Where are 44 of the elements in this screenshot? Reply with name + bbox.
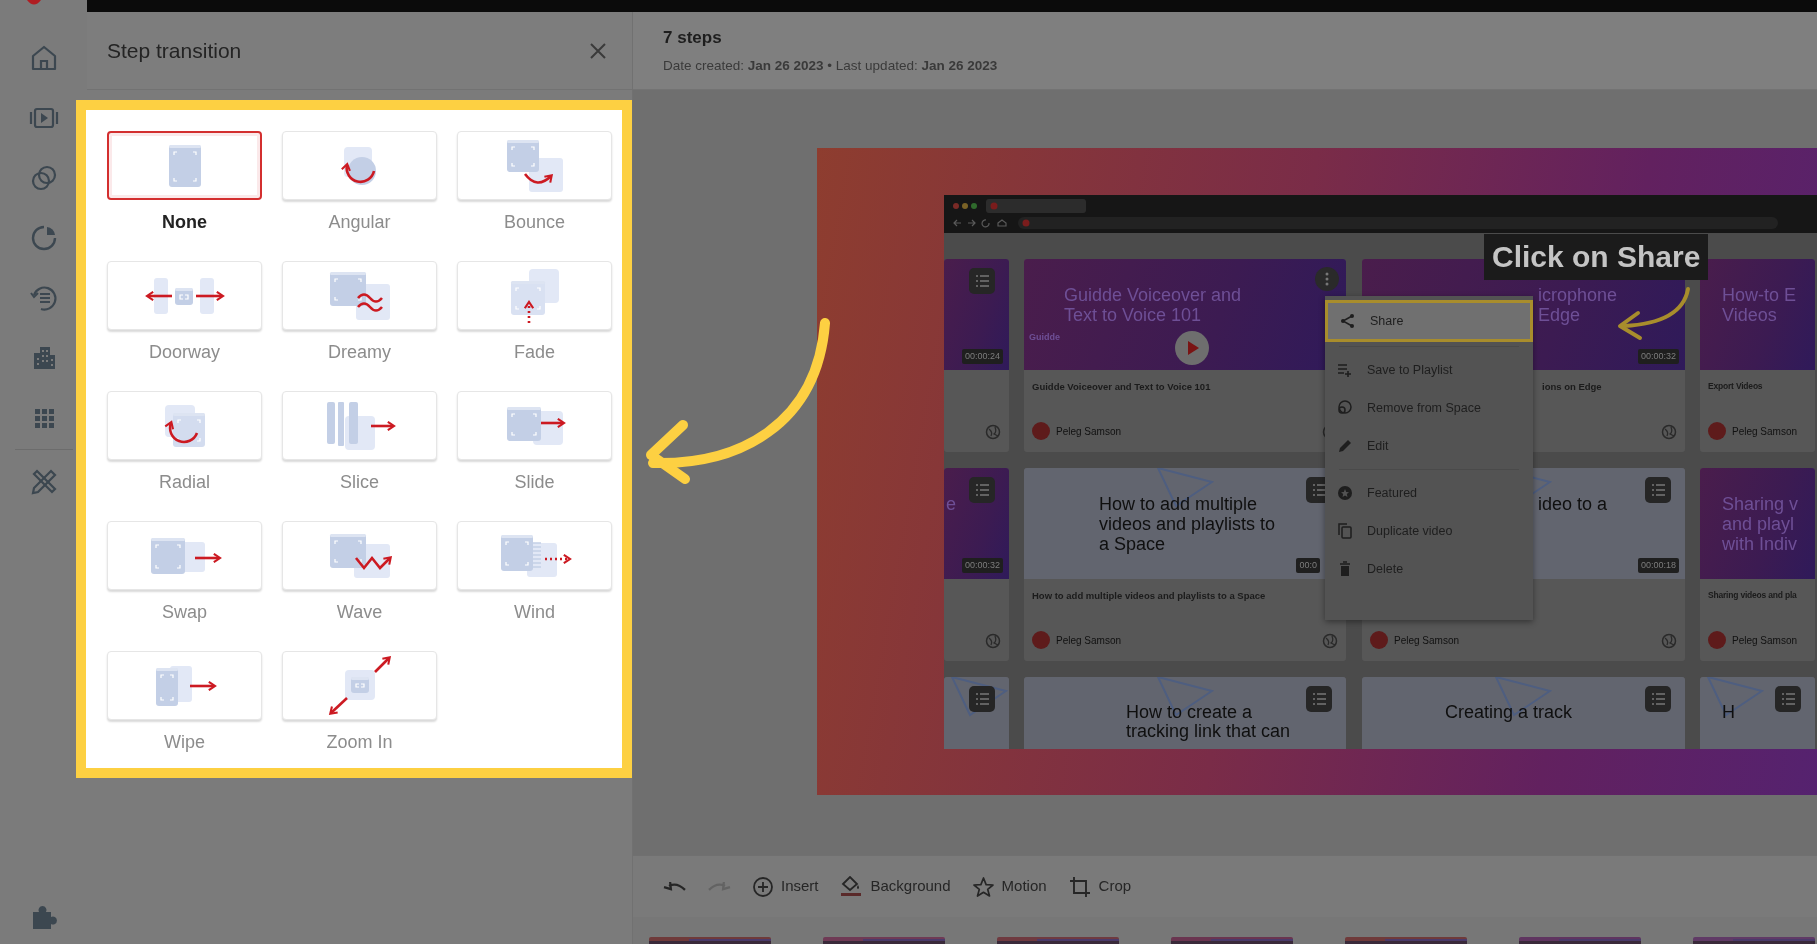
author-name: Peleg Samson [1732,424,1798,439]
thumbnail-text: H [1722,703,1735,722]
transition-label: Dreamy [328,341,391,364]
steps-title: 7 steps [663,27,723,49]
transition-label: Swap [162,601,207,624]
thumbnail-text: e [946,494,956,514]
author-name: Peleg Samson [1056,424,1122,439]
author-name: Peleg Samson [1732,633,1798,648]
step-caption: Click on Share [1484,234,1709,280]
duration-badge: 00:00:32 [961,557,1003,573]
transition-label: Wind [514,601,555,624]
thumbnail-text: Guidde Voiceover and Text to Voice 101 [1064,285,1242,325]
thumbnail-text: How to add multiple videos and playlists to a Space [1099,494,1276,554]
transition-label: Slice [340,471,379,494]
duration-badge: 00:0 [1296,557,1320,573]
transition-label: Wipe [164,731,205,754]
duration-badge: 00:00:24 [961,348,1003,364]
transition-label: Slide [514,471,555,494]
transition-label: Bounce [503,211,566,234]
thumbnail-text: How to create a tracking link that can [1126,703,1291,741]
duration-badge: 00:00:32 [1637,348,1679,364]
transition-label: Zoom In [326,731,393,754]
author-name: Peleg Samson [1394,633,1460,648]
thumbnail-text: ideo to a [1538,494,1608,514]
video-title: How to add multiple videos and playlists to a Space [1032,589,1267,603]
video-title: Export Videos [1708,380,1764,393]
thumbnail-text: icrophone Edge [1538,285,1618,325]
transition-label: Radial [159,471,210,494]
author-name: Peleg Samson [1056,633,1122,648]
transition-label: Fade [514,341,555,364]
brand-text: Guidde [1029,330,1060,344]
video-title: Sharing videos and pla [1708,589,1798,602]
transition-label: Wave [336,601,383,624]
video-title: Guidde Voiceover and Text to Voice 101 [1032,380,1212,394]
video-title: ions on Edge [1542,380,1603,394]
panel-title: Step transition [107,37,242,64]
duration-badge: 00:00:18 [1637,557,1679,573]
thumbnail-text: Sharing v and playl with Indiv [1722,494,1799,554]
transition-label: Angular [328,211,391,234]
transition-label: Doorway [149,341,220,364]
date-info: Date created: Jan 26 2023 • Last updated: Jan 26 2023 [663,56,999,75]
thumbnail-text: How-to E Videos [1722,285,1797,325]
thumbnail-text: Creating a track [1445,703,1573,722]
transition-label: None [162,211,207,234]
